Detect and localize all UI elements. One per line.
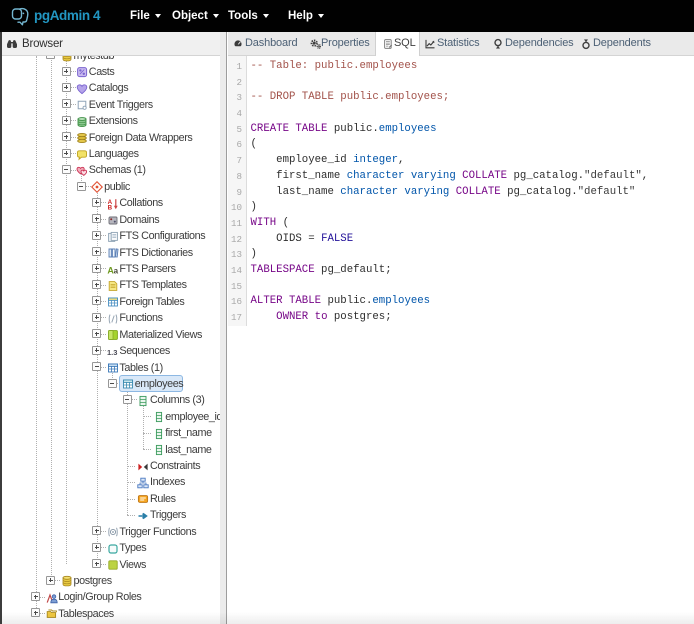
svg-text:a: a <box>113 266 118 275</box>
svg-text:1.3: 1.3 <box>107 348 117 357</box>
svg-text:B: B <box>107 204 112 209</box>
